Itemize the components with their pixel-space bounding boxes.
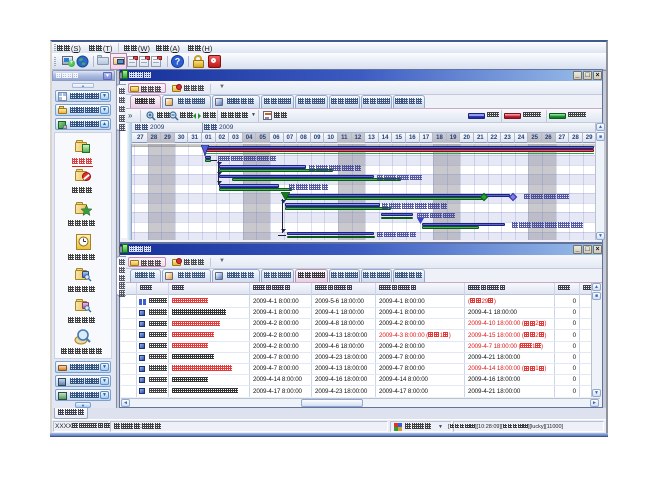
svg-text:?: ? bbox=[175, 57, 181, 67]
